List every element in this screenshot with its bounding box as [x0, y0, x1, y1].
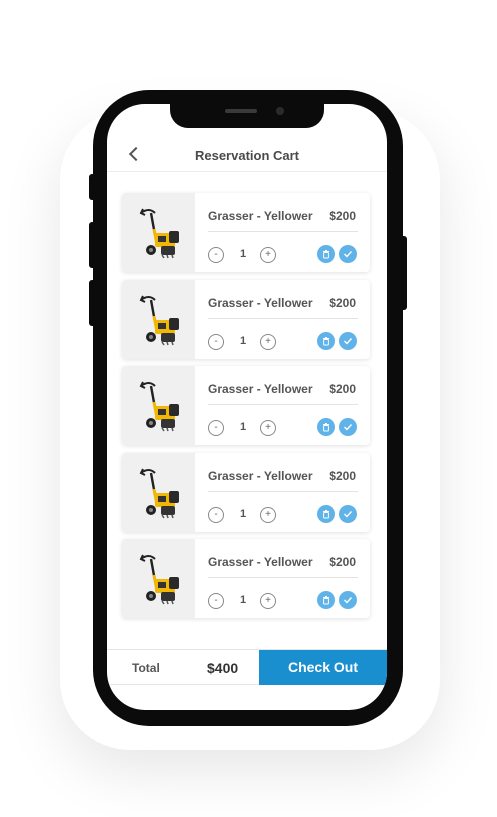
- quantity-value: 1: [239, 248, 247, 260]
- item-divider: [208, 404, 358, 405]
- product-name: Grasser - Yellower: [208, 382, 313, 396]
- cart-item: Grasser - Yellower $200 - 1 +: [122, 539, 370, 618]
- remove-item-button[interactable]: [317, 331, 335, 350]
- product-name: Grasser - Yellower: [208, 209, 313, 223]
- total-label: Total: [132, 661, 160, 675]
- product-price: $200: [329, 209, 356, 223]
- phone-screen: Reservation Cart Grasser - Yellower $200…: [107, 104, 387, 710]
- confirm-item-button[interactable]: [339, 331, 357, 350]
- trash-icon: [323, 423, 329, 432]
- trash-icon: [323, 250, 329, 259]
- product-price: $200: [329, 468, 356, 483]
- quantity-value: 1: [239, 594, 247, 606]
- trash-icon: [323, 336, 329, 345]
- tiller-icon: [139, 381, 179, 432]
- cart-item: Grasser - Yellower $200 - 1 +: [122, 193, 370, 272]
- increase-quantity-button[interactable]: +: [260, 247, 276, 263]
- cart-item: Grasser - Yellower $200 - 1 +: [122, 452, 370, 532]
- item-divider: [208, 577, 358, 578]
- item-divider: [208, 231, 358, 232]
- header-bar: Reservation Cart: [107, 134, 387, 172]
- product-price: $200: [329, 382, 356, 396]
- product-image: [122, 366, 195, 445]
- increase-quantity-button[interactable]: +: [260, 333, 276, 350]
- product-name: Grasser - Yellower: [208, 555, 313, 569]
- tiller-icon: [139, 554, 179, 605]
- remove-item-button[interactable]: [317, 504, 335, 523]
- notch: [170, 104, 324, 128]
- product-name: Grasser - Yellower: [208, 295, 313, 310]
- trash-icon: [323, 509, 329, 518]
- checkout-button[interactable]: Check Out: [259, 650, 387, 685]
- check-icon: [344, 510, 353, 518]
- remove-item-button[interactable]: [317, 245, 335, 263]
- quantity-value: 1: [239, 334, 247, 347]
- check-icon: [344, 424, 353, 431]
- tiller-icon: [139, 468, 179, 518]
- speaker: [225, 109, 257, 113]
- cart-footer: Total $400 Check Out: [107, 649, 387, 685]
- decrease-quantity-button[interactable]: -: [208, 333, 224, 350]
- product-name: Grasser - Yellower: [208, 468, 313, 483]
- check-icon: [344, 251, 353, 258]
- product-image: [122, 452, 195, 532]
- product-image: [122, 279, 195, 359]
- confirm-item-button[interactable]: [339, 504, 357, 523]
- confirm-item-button[interactable]: [339, 591, 357, 609]
- product-image: [122, 539, 195, 618]
- cart-item: Grasser - Yellower $200 - 1 +: [122, 366, 370, 445]
- quantity-value: 1: [239, 421, 247, 433]
- page-title: Reservation Cart: [194, 148, 300, 163]
- tiller-icon: [139, 295, 179, 345]
- total-value: $400: [207, 660, 239, 676]
- remove-item-button[interactable]: [317, 418, 335, 436]
- quantity-value: 1: [239, 507, 247, 520]
- cart-list: Grasser - Yellower $200 - 1 + Grasser - …: [122, 193, 372, 626]
- decrease-quantity-button[interactable]: -: [208, 420, 224, 436]
- check-icon: [344, 337, 353, 345]
- product-image: [122, 193, 195, 272]
- decrease-quantity-button[interactable]: -: [208, 506, 224, 523]
- trash-icon: [323, 596, 329, 605]
- increase-quantity-button[interactable]: +: [260, 506, 276, 523]
- item-divider: [208, 317, 358, 319]
- increase-quantity-button[interactable]: +: [260, 420, 276, 436]
- confirm-item-button[interactable]: [339, 418, 357, 436]
- remove-item-button[interactable]: [317, 591, 335, 609]
- check-icon: [344, 597, 353, 604]
- decrease-quantity-button[interactable]: -: [208, 593, 224, 609]
- tiller-icon: [139, 208, 179, 259]
- decrease-quantity-button[interactable]: -: [208, 247, 224, 263]
- item-divider: [208, 490, 358, 492]
- product-price: $200: [329, 295, 356, 310]
- front-camera: [276, 107, 284, 115]
- product-price: $200: [329, 555, 356, 569]
- increase-quantity-button[interactable]: +: [260, 593, 276, 609]
- confirm-item-button[interactable]: [339, 245, 357, 263]
- cart-item: Grasser - Yellower $200 - 1 +: [122, 279, 370, 359]
